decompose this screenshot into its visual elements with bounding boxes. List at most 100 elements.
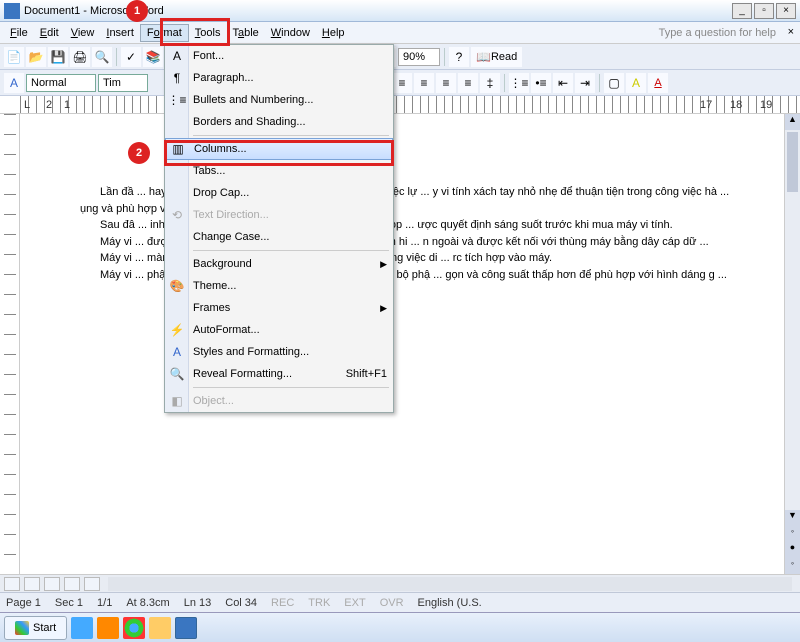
help-search-box[interactable]: Type a question for help [659, 27, 796, 39]
horizontal-scrollbar[interactable] [108, 577, 792, 591]
status-line: Ln 13 [184, 597, 212, 609]
highlight-button[interactable]: A [626, 73, 646, 93]
horizontal-ruler[interactable]: L 2 1 17 18 19 [0, 96, 800, 114]
menu-theme[interactable]: 🎨Theme... [165, 275, 393, 297]
windows-logo-icon [15, 621, 29, 635]
menu-edit[interactable]: Edit [34, 25, 65, 41]
print-preview-button[interactable]: 🔍 [92, 47, 112, 67]
research-button[interactable]: 📚 [143, 47, 163, 67]
font-selector[interactable]: Tim [98, 74, 148, 92]
read-button[interactable]: 📖 Read [471, 47, 522, 67]
vertical-scrollbar[interactable]: ▲ ▼ ◦ ● ◦ [784, 114, 800, 574]
menu-font[interactable]: AFont... [165, 45, 393, 67]
status-trk: TRK [308, 597, 330, 609]
browse-object-button[interactable]: ● [785, 542, 800, 558]
status-column: Col 34 [225, 597, 257, 609]
align-center-button[interactable]: ≡ [414, 73, 434, 93]
menu-insert[interactable]: Insert [100, 25, 140, 41]
align-left-button[interactable]: ≡ [392, 73, 412, 93]
next-page-button[interactable]: ◦ [785, 558, 800, 574]
menu-change-case[interactable]: Change Case... [165, 226, 393, 248]
menu-autoformat[interactable]: ⚡AutoFormat... [165, 319, 393, 341]
chrome-taskbar-icon[interactable] [123, 617, 145, 639]
open-button[interactable]: 📂 [26, 47, 46, 67]
menu-help[interactable]: Help [316, 25, 351, 41]
menu-frames[interactable]: Frames▶ [165, 297, 393, 319]
view-bar [0, 574, 800, 592]
outline-view-button[interactable] [64, 577, 80, 591]
menu-columns[interactable]: ▥Columns... [165, 138, 393, 160]
web-layout-button[interactable] [24, 577, 40, 591]
annotation-badge-1: 1 [126, 0, 148, 22]
font-color-button[interactable]: A [648, 73, 668, 93]
start-button[interactable]: Start [4, 616, 67, 640]
normal-view-button[interactable] [4, 577, 20, 591]
taskbar: Start [0, 612, 800, 642]
word-doc-icon [4, 3, 20, 19]
styles-pane-button[interactable]: A [4, 73, 24, 93]
standard-toolbar: 📄 📂 💾 🖨 🔍 ✓ 📚 ▦ ▥ ✏ 📋 ¶ 90% ? 📖 Read [0, 44, 800, 70]
status-at: At 8.3cm [126, 597, 169, 609]
menu-table[interactable]: Table [226, 25, 264, 41]
columns-icon: ▥ [170, 141, 186, 157]
menu-object: ◧Object... [165, 390, 393, 412]
save-button[interactable]: 💾 [48, 47, 68, 67]
annotation-badge-2: 2 [128, 142, 150, 164]
line-spacing-button[interactable]: ‡ [480, 73, 500, 93]
status-rec: REC [271, 597, 294, 609]
start-label: Start [33, 622, 56, 634]
zoom-box[interactable]: 90% [398, 48, 440, 66]
menu-view[interactable]: View [65, 25, 101, 41]
formatting-toolbar: A Normal Tim ≡ ≡ ≡ ≡ ‡ ⋮≡ •≡ ⇤ ⇥ ▢ A A [0, 70, 800, 96]
restore-button[interactable]: ▫ [754, 3, 774, 19]
document-area[interactable]: Lần đầ ... hay vi tính thì không ít ngườ… [20, 114, 784, 574]
menu-tools[interactable]: Tools [189, 25, 227, 41]
shortcut-label: Shift+F1 [346, 368, 387, 380]
doc-close-button[interactable]: × [788, 26, 794, 38]
menu-tabs[interactable]: Tabs... [165, 160, 393, 182]
menu-dropcap[interactable]: Drop Cap... [165, 182, 393, 204]
status-section: Sec 1 [55, 597, 83, 609]
spelling-button[interactable]: ✓ [121, 47, 141, 67]
numbering-button[interactable]: ⋮≡ [509, 73, 529, 93]
menu-styles-formatting[interactable]: AStyles and Formatting... [165, 341, 393, 363]
decrease-indent-button[interactable]: ⇤ [553, 73, 573, 93]
print-layout-button[interactable] [44, 577, 60, 591]
submenu-arrow-icon: ▶ [380, 259, 387, 270]
scroll-thumb[interactable] [787, 132, 798, 192]
help-button[interactable]: ? [449, 47, 469, 67]
close-button[interactable]: × [776, 3, 796, 19]
minimize-button[interactable]: _ [732, 3, 752, 19]
status-page: Page 1 [6, 597, 41, 609]
new-doc-button[interactable]: 📄 [4, 47, 24, 67]
scroll-up-arrow[interactable]: ▲ [785, 114, 800, 130]
ie-taskbar-icon[interactable] [71, 617, 93, 639]
menu-background[interactable]: Background▶ [165, 253, 393, 275]
bullets-button[interactable]: •≡ [531, 73, 551, 93]
explorer-taskbar-icon[interactable] [149, 617, 171, 639]
menu-bullets[interactable]: ⋮≡Bullets and Numbering... [165, 89, 393, 111]
align-right-button[interactable]: ≡ [436, 73, 456, 93]
scroll-down-arrow[interactable]: ▼ [785, 510, 800, 526]
prev-page-button[interactable]: ◦ [785, 526, 800, 542]
textdir-icon: ⟲ [169, 207, 185, 223]
menu-reveal-formatting[interactable]: 🔍Reveal Formatting...Shift+F1 [165, 363, 393, 385]
media-player-icon[interactable] [97, 617, 119, 639]
reading-layout-button[interactable] [84, 577, 100, 591]
justify-button[interactable]: ≡ [458, 73, 478, 93]
style-selector[interactable]: Normal [26, 74, 96, 92]
vertical-ruler[interactable] [0, 114, 20, 574]
word-taskbar-icon[interactable] [175, 617, 197, 639]
object-icon: ◧ [169, 393, 185, 409]
print-button[interactable]: 🖨 [70, 47, 90, 67]
menu-format[interactable]: Format [140, 24, 189, 42]
status-ext: EXT [344, 597, 365, 609]
menu-paragraph[interactable]: ¶Paragraph... [165, 67, 393, 89]
menu-window[interactable]: Window [265, 25, 316, 41]
increase-indent-button[interactable]: ⇥ [575, 73, 595, 93]
titlebar: Document1 - Microsoft Word _ ▫ × [0, 0, 800, 22]
menu-file[interactable]: File [4, 25, 34, 41]
menu-borders[interactable]: Borders and Shading... [165, 111, 393, 133]
styles-icon: A [169, 344, 185, 360]
borders-button[interactable]: ▢ [604, 73, 624, 93]
